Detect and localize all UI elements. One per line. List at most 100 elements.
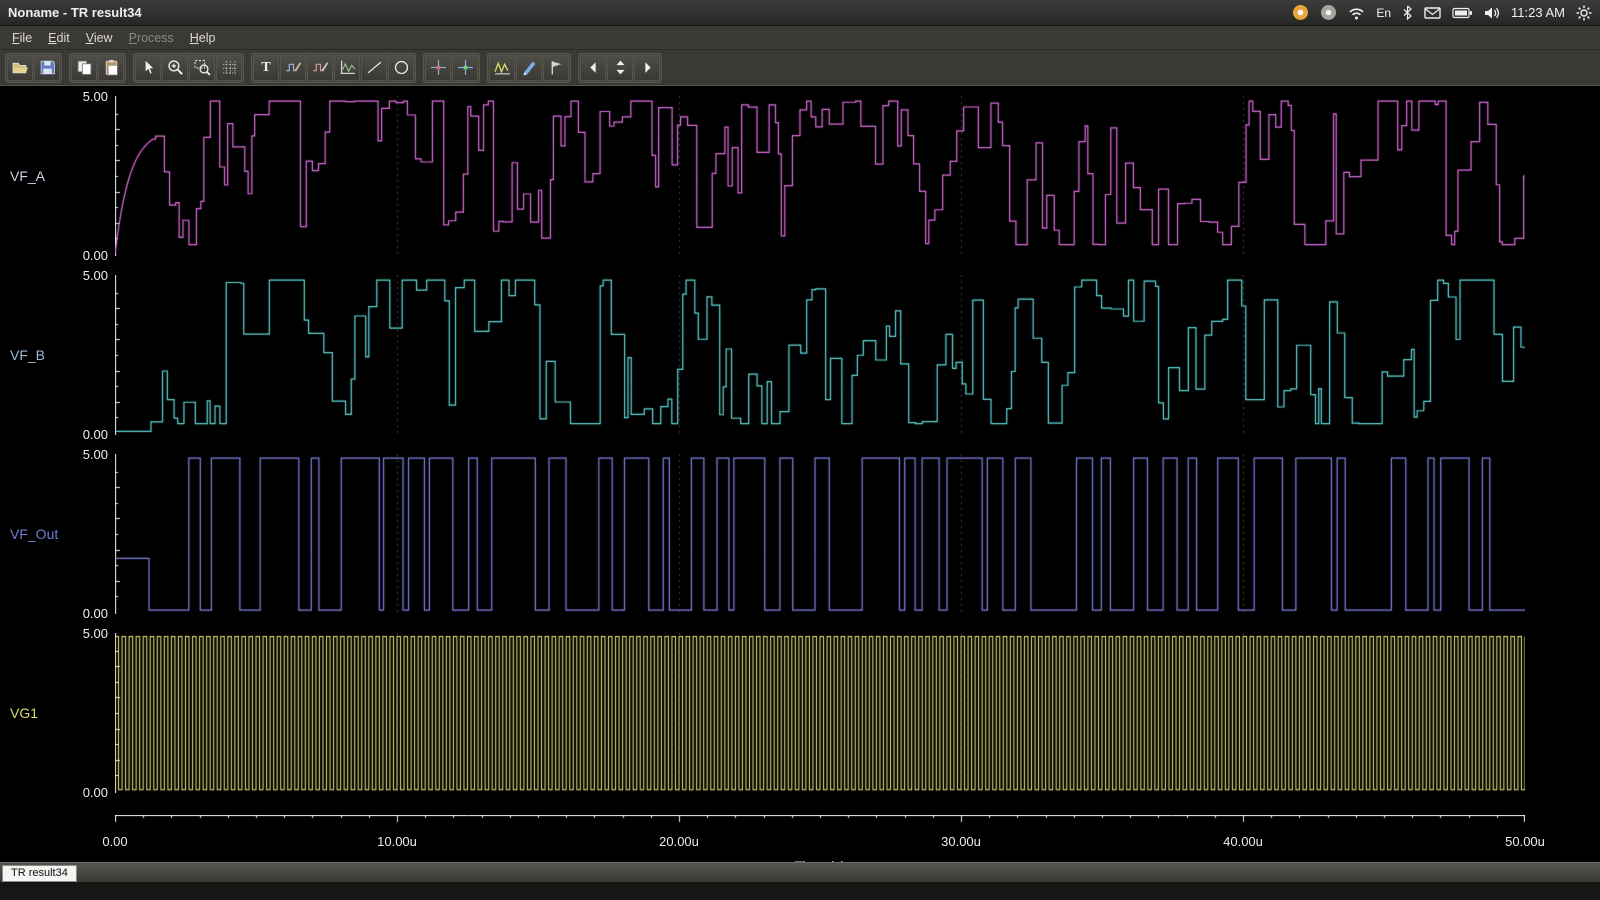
- cursor-a-button[interactable]: [425, 55, 451, 81]
- vf-out-waveform-canvas[interactable]: [115, 454, 1525, 614]
- power-gear-icon[interactable]: [1576, 4, 1592, 22]
- zoom-in-icon: [167, 59, 184, 76]
- draw-waveform-b-button[interactable]: [307, 55, 333, 81]
- draw-circle-icon: [393, 59, 410, 76]
- y-max-label: 5.00: [83, 268, 108, 283]
- toolbar-group: [423, 53, 480, 83]
- grid-toggle-button[interactable]: [216, 55, 242, 81]
- keyboard-layout-indicator[interactable]: En: [1376, 6, 1391, 20]
- prev-page-button[interactable]: [580, 55, 606, 81]
- toolbar-group: [69, 53, 126, 83]
- select-cursor-icon: [140, 59, 157, 76]
- y-min-label: 0.00: [83, 427, 108, 442]
- select-cursor-button[interactable]: [135, 55, 161, 81]
- copy-button[interactable]: [71, 55, 97, 81]
- x-axis: [115, 812, 1525, 822]
- draw-waveform-b-icon: [312, 59, 329, 76]
- zoom-window-icon: [194, 59, 211, 76]
- y-max-label: 5.00: [83, 89, 108, 104]
- cursor-b-icon: [457, 59, 474, 76]
- x-axis-tick-label: 20.00u: [659, 834, 699, 849]
- x-axis-tick-label: 40.00u: [1223, 834, 1263, 849]
- signal-label-vf-out: VF_Out: [10, 526, 58, 542]
- cursor-b-button[interactable]: [452, 55, 478, 81]
- next-page-button[interactable]: [634, 55, 660, 81]
- draw-waveform-a-button[interactable]: [280, 55, 306, 81]
- vf-b-waveform-canvas[interactable]: [115, 275, 1525, 435]
- x-axis-labels: 0.0010.00u20.00u30.00u40.00u50.00u: [115, 834, 1525, 852]
- axes-settings-icon: [339, 59, 356, 76]
- draw-waveform-a-icon: [285, 59, 302, 76]
- messaging-indicator-icon[interactable]: [1292, 4, 1309, 22]
- set-marker-button[interactable]: [543, 55, 569, 81]
- toolbar-group: T: [251, 53, 416, 83]
- prev-page-icon: [585, 59, 602, 76]
- draw-pen-button[interactable]: [516, 55, 542, 81]
- menu-process: Process: [121, 28, 182, 48]
- draw-line-icon: [366, 59, 383, 76]
- vf-a-waveform-canvas[interactable]: [115, 96, 1525, 256]
- battery-icon[interactable]: [1452, 4, 1473, 22]
- status-strip: TR result34: [0, 862, 1600, 882]
- open-file-button[interactable]: [7, 55, 33, 81]
- paste-icon: [103, 59, 120, 76]
- draw-line-button[interactable]: [361, 55, 387, 81]
- plot-area: 5.00 VF_A 0.00 5.00 VF_B 0.00 5.00 VF_Ou…: [0, 87, 1600, 862]
- axes-settings-button[interactable]: [334, 55, 360, 81]
- zoom-in-button[interactable]: [162, 55, 188, 81]
- toolbar-group: [133, 53, 244, 83]
- menu-file[interactable]: File: [4, 28, 40, 48]
- grid-toggle-icon: [221, 59, 238, 76]
- waveform-panel-vf-a: 5.00 VF_A 0.00: [0, 96, 1600, 256]
- zoom-window-button[interactable]: [189, 55, 215, 81]
- process-curve-button[interactable]: [489, 55, 515, 81]
- menu-bar: File Edit View Process Help: [0, 26, 1600, 50]
- menu-view[interactable]: View: [78, 28, 121, 48]
- y-max-label: 5.00: [83, 447, 108, 462]
- signal-label-vf-a: VF_A: [10, 168, 45, 184]
- process-curve-icon: [494, 59, 511, 76]
- insert-text-button[interactable]: T: [253, 55, 279, 81]
- next-page-icon: [639, 59, 656, 76]
- vg1-waveform-canvas[interactable]: [115, 633, 1525, 793]
- y-max-label: 5.00: [83, 626, 108, 641]
- toolbar: T: [0, 50, 1600, 86]
- status-bar: TR result34: [0, 862, 1600, 900]
- wifi-icon[interactable]: [1348, 4, 1365, 22]
- draw-circle-button[interactable]: [388, 55, 414, 81]
- paste-button[interactable]: [98, 55, 124, 81]
- bluetooth-icon[interactable]: [1402, 4, 1413, 22]
- page-spinner-button[interactable]: [607, 55, 633, 81]
- session-indicator-icon[interactable]: [1320, 4, 1337, 22]
- x-axis-canvas: [115, 815, 1525, 825]
- waveform-panel-vg1: 5.00 VG1 0.00: [0, 633, 1600, 793]
- toolbar-group: [5, 53, 62, 83]
- system-tray: En 11:23 AM: [1292, 4, 1592, 22]
- toolbar-group: [487, 53, 571, 83]
- menu-edit[interactable]: Edit: [40, 28, 78, 48]
- page-spinner-icon: [612, 59, 629, 76]
- set-marker-icon: [548, 59, 565, 76]
- insert-text-icon: T: [261, 60, 270, 76]
- x-axis-tick-label: 50.00u: [1505, 834, 1545, 849]
- result-tab[interactable]: TR result34: [2, 865, 77, 882]
- draw-pen-icon: [521, 59, 538, 76]
- mail-icon[interactable]: [1424, 4, 1441, 22]
- x-axis-tick-label: 0.00: [102, 834, 127, 849]
- volume-icon[interactable]: [1484, 4, 1500, 22]
- cursor-a-icon: [430, 59, 447, 76]
- y-min-label: 0.00: [83, 248, 108, 263]
- y-min-label: 0.00: [83, 606, 108, 621]
- copy-icon: [76, 59, 93, 76]
- waveform-panel-vf-out: 5.00 VF_Out 0.00: [0, 454, 1600, 614]
- save-file-icon: [39, 59, 56, 76]
- waveform-panel-vf-b: 5.00 VF_B 0.00: [0, 275, 1600, 435]
- clock-indicator[interactable]: 11:23 AM: [1511, 5, 1565, 20]
- toolbar-group: [578, 53, 662, 83]
- window-title: Noname - TR result34: [8, 5, 142, 20]
- title-bar: Noname - TR result34 En 11:23 AM: [0, 0, 1600, 26]
- y-min-label: 0.00: [83, 785, 108, 800]
- menu-help[interactable]: Help: [182, 28, 224, 48]
- save-file-button[interactable]: [34, 55, 60, 81]
- x-axis-tick-label: 30.00u: [941, 834, 981, 849]
